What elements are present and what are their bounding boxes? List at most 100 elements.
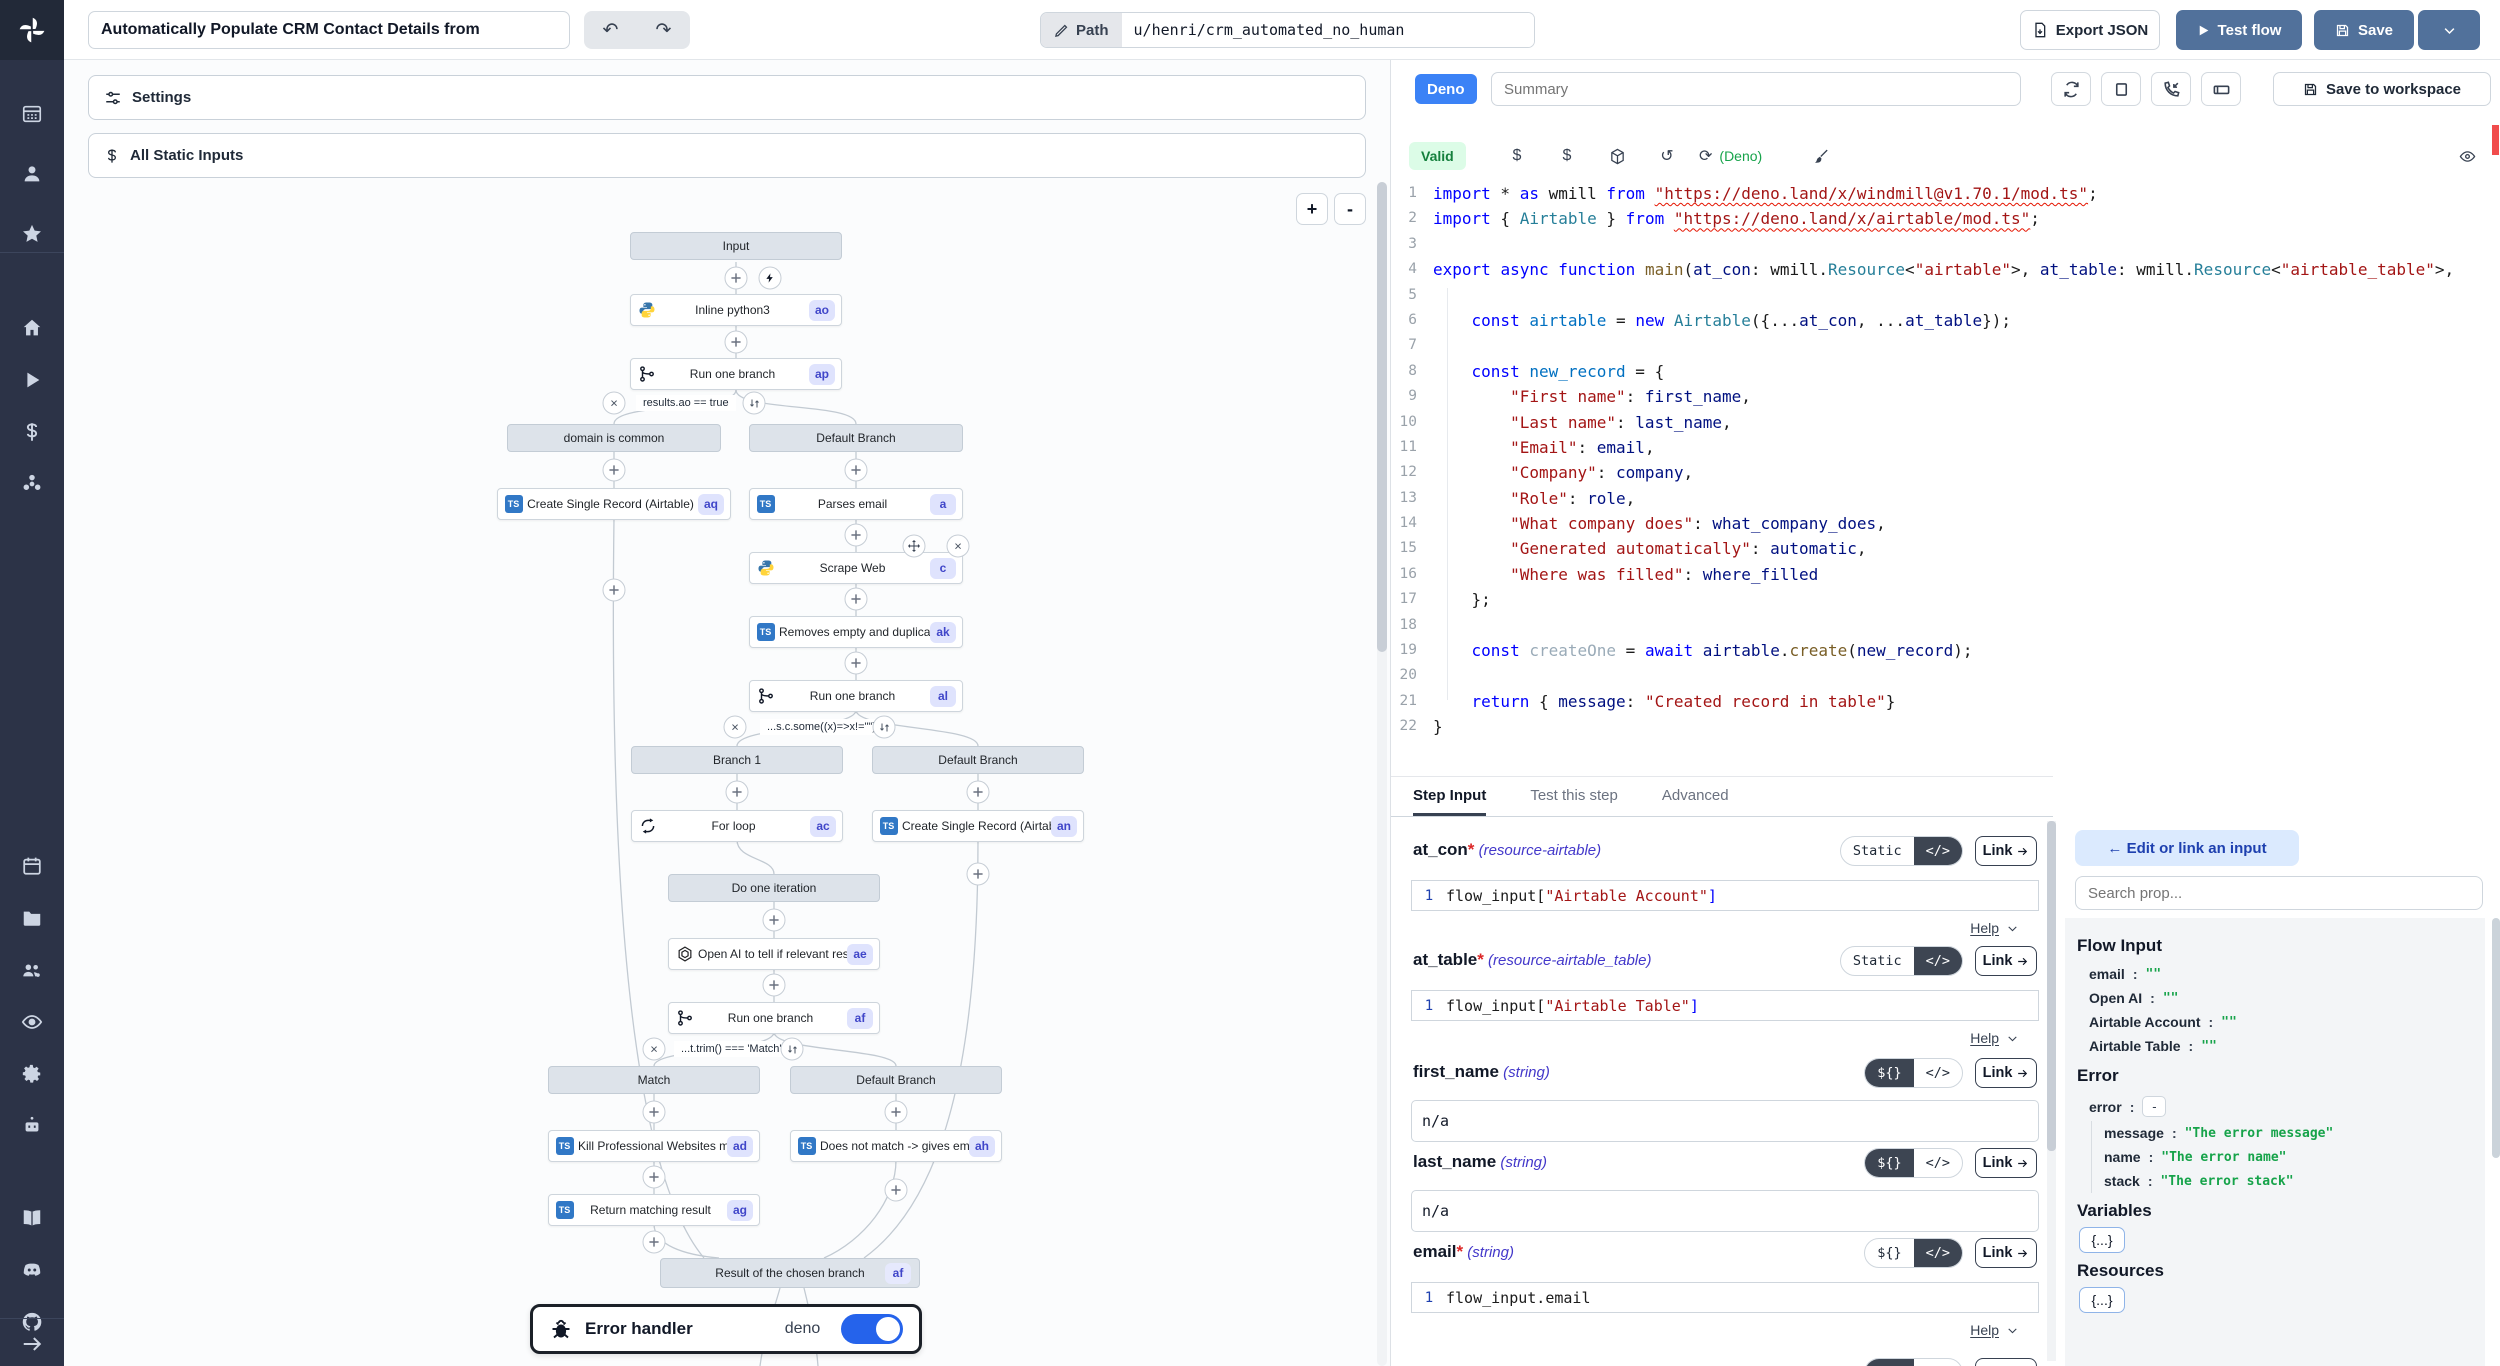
book-icon[interactable] [14,1200,50,1236]
flow-node-input[interactable]: Input [630,232,842,260]
input-mode-toggle-at_con[interactable]: Static</> [1840,836,1963,866]
prop-row-error[interactable]: error:- [2077,1092,2473,1121]
value-input-first_name[interactable] [1411,1100,2039,1142]
prop-row-email[interactable]: email:"" [2077,962,2473,986]
flow-node-do-one-iteration[interactable]: Do one iteration [668,874,880,902]
flow-node-domain-is-common[interactable]: domain is common [507,424,721,452]
sync-icon[interactable] [2051,72,2091,106]
insert-step-button[interactable] [845,652,868,675]
insert-step-button[interactable] [885,1101,908,1124]
link-button-email[interactable]: Link [1975,1238,2037,1268]
input-mode-toggle-email[interactable]: ${}</> [1864,1238,1963,1268]
format-brush-icon[interactable] [1803,142,1839,170]
input-mode-toggle-cutoff[interactable]: ${}</> [1864,1358,1963,1366]
expr-editor-email[interactable]: 1flow_input.email [1411,1282,2039,1313]
windmill-logo[interactable] [0,0,64,60]
dollar-icon[interactable] [14,414,50,450]
flow-node-removes-empty-and-duplicates[interactable]: TSRemoves empty and duplicatesak [749,616,963,648]
error-handler-toggle[interactable] [841,1314,903,1344]
insert-step-button[interactable] [643,1101,666,1124]
tab-step-input[interactable]: Step Input [1413,777,1486,816]
history-icon[interactable]: ↺ [1649,142,1685,170]
expr-editor-at_con[interactable]: 1flow_input["Airtable Account"] [1411,880,2039,911]
flow-node-parses-email[interactable]: TSParses emaila [749,488,963,520]
flow-title-input[interactable] [88,11,570,49]
flow-node-branch-1[interactable]: Branch 1 [631,746,843,774]
arrow-right-icon[interactable] [14,1326,50,1362]
play-icon[interactable] [14,362,50,398]
prop-row-airtable-account[interactable]: Airtable Account:"" [2077,1010,2473,1034]
package-icon[interactable] [1599,142,1635,170]
language-badge[interactable]: Deno [1415,74,1477,104]
insert-step-button[interactable] [967,863,990,886]
insert-step-button[interactable] [725,331,748,354]
expr-editor-at_table[interactable]: 1flow_input["Airtable Table"] [1411,990,2039,1021]
stop-square-icon[interactable] [2101,72,2141,106]
link-button-cutoff[interactable]: Link [1975,1358,2037,1366]
remove-branch-button[interactable]: × [603,392,626,415]
insert-step-button[interactable] [603,579,626,602]
static-mode-option[interactable]: Static [1841,837,1914,865]
tab-test-this-step[interactable]: Test this step [1530,777,1618,816]
trigger-bolt-icon[interactable] [759,267,782,290]
folder-icon[interactable] [14,900,50,936]
remove-branch-button[interactable]: × [643,1038,666,1061]
app-window-icon[interactable] [14,96,50,132]
save-button[interactable]: Save [2314,10,2414,50]
insert-step-button[interactable] [603,459,626,482]
code-mode-option[interactable]: </> [1914,837,1962,865]
insert-step-button[interactable] [763,909,786,932]
flow-node-run-one-branch[interactable]: Run one branchap [630,358,842,390]
insert-step-button[interactable] [725,267,748,290]
swap-branches-icon[interactable] [743,392,766,415]
flow-node-open-ai-to-tell-if-relevant-result[interactable]: Open AI to tell if relevant resultae [668,938,880,970]
flow-node-result-of-the-chosen-branch[interactable]: Result of the chosen branchaf [660,1258,920,1288]
flow-node-match[interactable]: Match [548,1066,760,1094]
user-icon[interactable] [14,156,50,192]
edit-or-link-input-button[interactable]: ← Edit or link an input [2075,830,2299,866]
link-button-first_name[interactable]: Link [1975,1058,2037,1088]
collapse-chip[interactable]: - [2142,1096,2166,1117]
move-node-handle[interactable] [903,535,926,558]
code-editor[interactable]: 1import * as wmill from "https://deno.la… [1391,176,2500,776]
dollar-var-icon[interactable]: $ [1499,142,1535,170]
flow-node-for-loop[interactable]: For loopac [631,810,843,842]
search-prop-input[interactable] [2075,876,2483,910]
error-handler-node[interactable]: Error handler deno [530,1304,922,1354]
flow-node-default-branch[interactable]: Default Branch [790,1066,1002,1094]
dock-icon[interactable] [2201,72,2241,106]
static-mode-option[interactable]: Static [1841,947,1914,975]
flow-node-run-one-branch[interactable]: Run one branchaf [668,1002,880,1034]
flow-node-does-not-match-gives-empty-value[interactable]: TSDoes not match -> gives empty valueah [790,1130,1002,1162]
summary-input[interactable] [1491,72,2021,106]
prop-row-stack[interactable]: stack:"The error stack" [2092,1169,2473,1193]
input-mode-toggle-first_name[interactable]: ${}</> [1864,1058,1963,1088]
prop-row-message[interactable]: message:"The error message" [2092,1121,2473,1145]
insert-step-button[interactable] [643,1231,666,1254]
flow-node-scrape-web[interactable]: Scrape Webc [749,552,963,584]
robot-icon[interactable] [14,1108,50,1144]
calendar-icon[interactable] [14,848,50,884]
prop-tree-scrollbar-thumb[interactable] [2492,918,2500,1158]
spinner-icon[interactable] [14,466,50,502]
home-icon[interactable] [14,310,50,346]
help-link[interactable]: Help [1970,1322,2019,1338]
step-input-scrollbar-thumb[interactable] [2047,821,2056,1151]
path-label[interactable]: Path [1041,13,1122,47]
tab-advanced[interactable]: Advanced [1662,777,1729,816]
input-mode-toggle-at_table[interactable]: Static</> [1840,946,1963,976]
insert-step-button[interactable] [967,781,990,804]
flow-node-kill-professional-websites-mentions[interactable]: TSKill Professional Websites mentionsad [548,1130,760,1162]
insert-step-button[interactable] [643,1166,666,1189]
code-mode-option[interactable]: </> [1914,1149,1962,1177]
static-mode-option[interactable]: ${} [1865,1059,1913,1087]
flow-node-inline-python3[interactable]: Inline python3ao [630,294,842,326]
flow-node-return-matching-result[interactable]: TSReturn matching resultag [548,1194,760,1226]
flow-node-default-branch[interactable]: Default Branch [872,746,1084,774]
prop-row-airtable-table[interactable]: Airtable Table:"" [2077,1034,2473,1058]
insert-step-button[interactable] [726,781,749,804]
reload-deno-button[interactable]: ⟳ (Deno) [1699,142,1762,170]
remove-branch-button[interactable]: × [724,716,747,739]
star-icon[interactable] [14,216,50,252]
link-button-at_table[interactable]: Link [1975,946,2037,976]
